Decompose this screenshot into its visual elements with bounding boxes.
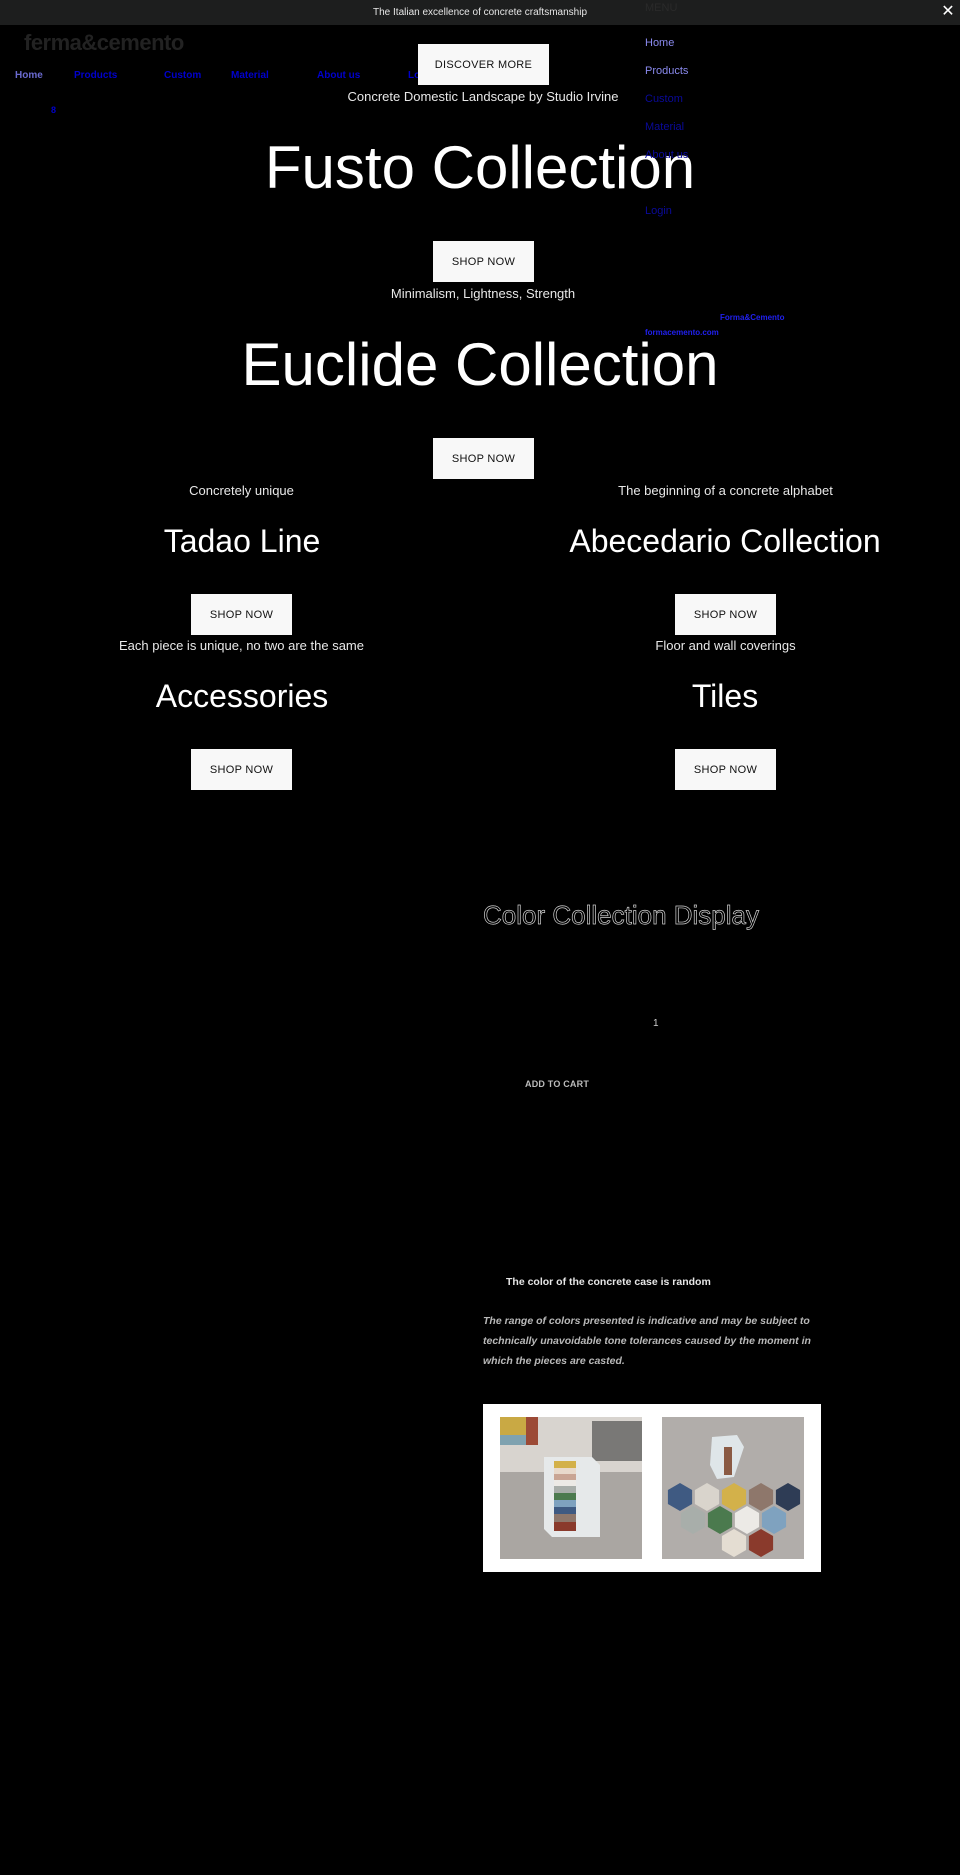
hex-tile: [694, 1483, 720, 1511]
nav-products[interactable]: Products: [74, 70, 117, 81]
fusto-title: Fusto Collection: [264, 134, 696, 201]
announcement-text: The Italian excellence of concrete craft…: [373, 7, 587, 18]
add-to-cart-button[interactable]: ADD TO CART: [525, 1079, 589, 1089]
drawer-menu-label: MENU: [645, 2, 678, 14]
tadao-shop-now-button[interactable]: SHOP NOW: [191, 594, 292, 635]
hex-tile: [748, 1483, 774, 1511]
drawer-footer-site-link[interactable]: formacemento.com: [645, 328, 719, 337]
product-photo-tiles[interactable]: [662, 1417, 804, 1559]
drawer-item-material[interactable]: Material: [645, 121, 684, 133]
quantity-value[interactable]: 1: [653, 1018, 659, 1029]
tiles-shop-now-button[interactable]: SHOP NOW: [675, 749, 776, 790]
photo-tiles-illustration: [667, 1435, 801, 1557]
hex-tile: [721, 1529, 747, 1557]
accessories-shop-now-button[interactable]: SHOP NOW: [191, 749, 292, 790]
abecedario-shop-now-button[interactable]: SHOP NOW: [675, 594, 776, 635]
nav-custom[interactable]: Custom: [164, 70, 201, 81]
fusto-shop-now-button[interactable]: SHOP NOW: [433, 241, 534, 282]
nav-home[interactable]: Home: [15, 70, 43, 81]
hero-caption: Concrete Domestic Landscape by Studio Ir…: [347, 89, 619, 104]
euclide-shop-now-button[interactable]: SHOP NOW: [433, 438, 534, 479]
photo-case-illustration: [500, 1417, 642, 1559]
abecedario-title: Abecedario Collection: [569, 523, 881, 559]
hex-tile: [707, 1506, 733, 1534]
hex-tile: [680, 1506, 706, 1534]
tadao-title: Tadao Line: [163, 523, 321, 559]
hex-tile: [761, 1506, 787, 1534]
accessories-title: Accessories: [155, 678, 329, 714]
hex-tile: [748, 1529, 774, 1557]
discover-more-button[interactable]: DISCOVER MORE: [418, 44, 549, 85]
drawer-item-custom[interactable]: Custom: [645, 93, 683, 105]
product-photo-case[interactable]: [500, 1417, 642, 1559]
hex-tile: [734, 1506, 760, 1534]
announcement-bar: The Italian excellence of concrete craft…: [0, 0, 960, 25]
euclide-title: Euclide Collection: [241, 331, 719, 398]
drawer-item-home[interactable]: Home: [645, 37, 674, 49]
nav-material[interactable]: Material: [231, 70, 269, 81]
hex-tile: [721, 1483, 747, 1511]
product-gallery: [483, 1404, 821, 1572]
cart-count-badge[interactable]: 8: [51, 105, 56, 115]
fusto-caption: Minimalism, Lightness, Strength: [390, 286, 576, 301]
tadao-caption: Concretely unique: [189, 483, 294, 498]
product-note-italic: The range of colors presented is indicat…: [483, 1315, 811, 1367]
drawer-footer-brand-link[interactable]: Forma&Cemento: [720, 313, 784, 322]
drawer-item-login[interactable]: Login: [645, 205, 672, 217]
nav-about-us[interactable]: About us: [317, 70, 360, 81]
main-nav: Home Products Custom Material About us L…: [0, 70, 440, 86]
product-note-bold: The color of the concrete case is random: [506, 1276, 711, 1288]
hex-tile: [775, 1483, 801, 1511]
tiles-title: Tiles: [691, 678, 759, 714]
drawer-item-about-us[interactable]: About us: [645, 149, 688, 161]
product-title: Color Collection Display: [483, 900, 760, 931]
tiles-caption: Floor and wall coverings: [655, 638, 796, 653]
abecedario-caption: The beginning of a concrete alphabet: [618, 483, 833, 498]
accessories-caption: Each piece is unique, no two are the sam…: [119, 638, 364, 653]
hex-tile: [667, 1483, 693, 1511]
brand-logo[interactable]: ferma&cemento: [24, 30, 184, 56]
drawer-item-products[interactable]: Products: [645, 65, 688, 77]
close-icon[interactable]: ✕: [940, 4, 956, 20]
